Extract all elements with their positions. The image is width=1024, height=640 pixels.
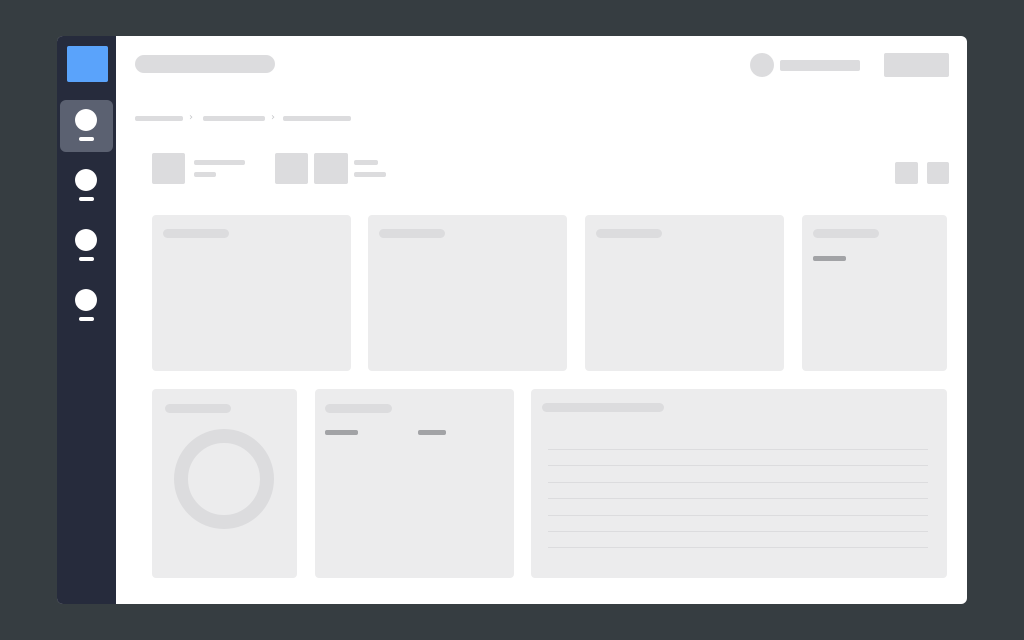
circle-icon: [75, 289, 97, 311]
app-window: › ›: [57, 36, 967, 604]
toolbar-thumbnail-1[interactable]: [152, 153, 185, 184]
sidebar-item-3[interactable]: [60, 220, 113, 272]
header-action-button[interactable]: [884, 53, 949, 77]
circle-icon: [75, 229, 97, 251]
card-title-placeholder: [165, 404, 231, 413]
breadcrumb-separator-icon: ›: [189, 112, 193, 123]
toolbar-text-line-2: [194, 172, 216, 177]
table-row-divider: [548, 449, 928, 450]
sidebar-item-4[interactable]: [60, 280, 113, 332]
app-logo-icon[interactable]: [67, 46, 108, 82]
table-row-divider: [548, 465, 928, 466]
table-row-divider: [548, 531, 928, 532]
card-title-placeholder: [163, 229, 229, 238]
stat-card-1: [152, 215, 351, 371]
circle-icon: [75, 169, 97, 191]
summary-card: [315, 389, 514, 578]
stat-card-3: [585, 215, 784, 371]
sidebar-item-1[interactable]: [60, 100, 113, 152]
card-title-placeholder: [813, 229, 879, 238]
summary-value-placeholder-1: [325, 430, 358, 435]
breadcrumb-item-1[interactable]: [135, 116, 183, 121]
card-title-placeholder: [596, 229, 662, 238]
view-toggle-button-1[interactable]: [895, 162, 918, 184]
breadcrumb-item-2[interactable]: [203, 116, 265, 121]
toolbar-text-line-1: [194, 160, 245, 165]
table-row-divider: [548, 482, 928, 483]
sidebar-item-label-placeholder: [79, 197, 94, 201]
page-title-placeholder: [135, 55, 275, 73]
toolbar-thumbnail-2[interactable]: [275, 153, 308, 184]
table-row-divider: [548, 547, 928, 548]
sidebar: [57, 36, 116, 604]
stat-card-4: [802, 215, 947, 371]
card-value-placeholder: [813, 256, 846, 261]
user-name-placeholder: [780, 60, 860, 71]
table-row-divider: [548, 515, 928, 516]
stat-card-2: [368, 215, 567, 371]
sidebar-item-label-placeholder: [79, 257, 94, 261]
circle-icon: [75, 109, 97, 131]
donut-chart-placeholder: [174, 429, 274, 529]
breadcrumb-separator-icon: ›: [271, 112, 275, 123]
toolbar-text-line-3: [354, 160, 378, 165]
toolbar-text-line-4: [354, 172, 386, 177]
user-avatar[interactable]: [750, 53, 774, 77]
summary-value-placeholder-2: [418, 430, 446, 435]
table-card: [531, 389, 947, 578]
card-title-placeholder: [325, 404, 392, 413]
sidebar-item-label-placeholder: [79, 137, 94, 141]
sidebar-item-2[interactable]: [60, 160, 113, 212]
table-row-divider: [548, 498, 928, 499]
card-title-placeholder: [542, 403, 664, 412]
donut-chart-card: [152, 389, 297, 578]
view-toggle-button-2[interactable]: [927, 162, 949, 184]
sidebar-item-label-placeholder: [79, 317, 94, 321]
card-title-placeholder: [379, 229, 445, 238]
breadcrumb-item-3: [283, 116, 351, 121]
toolbar-thumbnail-3[interactable]: [314, 153, 348, 184]
